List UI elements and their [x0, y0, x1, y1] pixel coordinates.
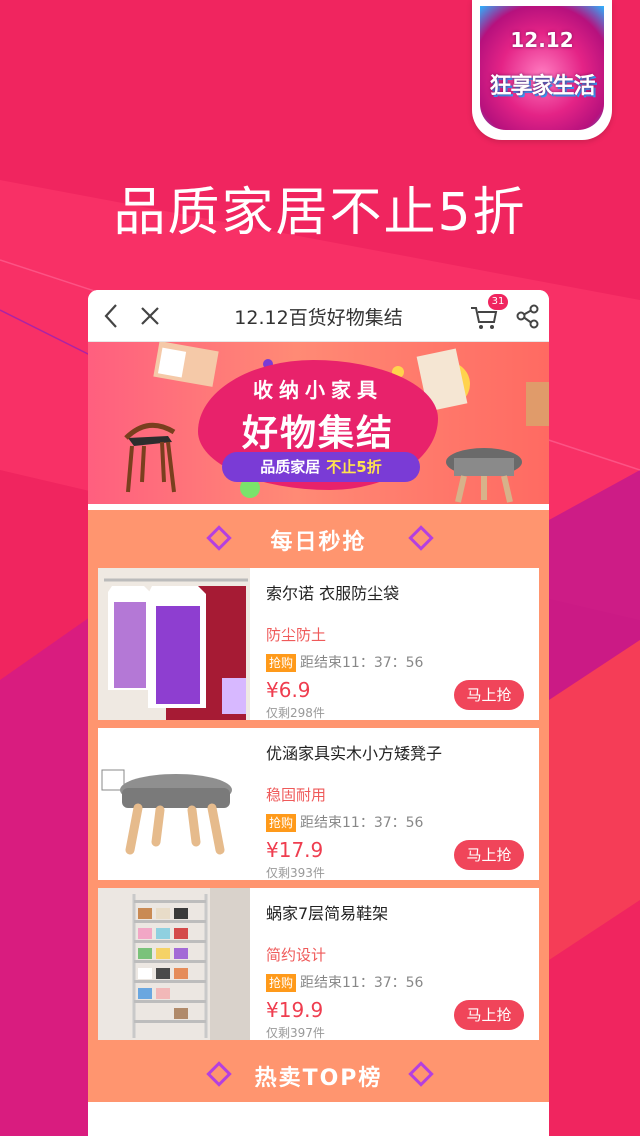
section-top-header: 热卖TOP榜 — [88, 1046, 549, 1102]
banner-subtitle: 收纳小家具 — [253, 378, 383, 402]
banner-pill-right: 不止5折 — [326, 458, 382, 476]
cart-count-badge: 31 — [488, 294, 508, 310]
product-tag: 稳固耐用 — [266, 786, 327, 804]
chevron-left-icon — [104, 304, 117, 328]
countdown-timer: 距结束11：37：56 — [300, 655, 424, 671]
section-daily-title: 每日秒抢 — [270, 530, 367, 555]
flash-sale-label: 抢购 — [266, 974, 297, 992]
product-card[interactable]: 索尔诺 衣服防尘袋 防尘防土 抢购 距结束11：37：56 ¥6.9 仅剩298… — [98, 568, 539, 720]
buy-now-button[interactable]: 马上抢 — [454, 840, 524, 870]
section-daily-header: 每日秒抢 — [88, 510, 549, 566]
badge-date: 12.12 — [510, 28, 574, 52]
section-top-title: 热卖TOP榜 — [254, 1066, 383, 1091]
countdown-timer: 距结束11：37：56 — [300, 815, 424, 831]
product-card[interactable]: 优涵家具实木小方矮凳子 稳固耐用 抢购 距结束11：37：56 ¥17.9 仅剩… — [98, 728, 539, 880]
product-image — [98, 568, 250, 720]
back-button[interactable] — [96, 300, 128, 332]
close-icon — [141, 307, 159, 325]
product-price: ¥6.9 — [266, 678, 311, 702]
cart-button[interactable]: 31 — [468, 294, 508, 332]
banner-title: 好物集结 — [241, 413, 394, 454]
stock-remaining: 仅剩298件 — [266, 706, 325, 720]
promo-banner[interactable]: 收纳小家具 好物集结 品质家居 不止5折 — [88, 342, 549, 504]
share-button[interactable] — [512, 300, 544, 332]
product-tag: 防尘防土 — [266, 626, 327, 644]
badge-slogan: 狂享家生活 — [489, 74, 595, 99]
page-title: 12.12百货好物集结 — [234, 307, 403, 329]
stock-remaining: 仅剩397件 — [266, 1026, 325, 1040]
flash-sale-label: 抢购 — [266, 654, 297, 672]
stock-remaining: 仅剩393件 — [266, 866, 325, 880]
banner-pill-left: 品质家居 — [260, 458, 321, 476]
product-tag: 简约设计 — [266, 946, 327, 964]
buy-now-button[interactable]: 马上抢 — [454, 1000, 524, 1030]
product-price: ¥19.9 — [266, 998, 324, 1022]
product-list: 索尔诺 衣服防尘袋 防尘防土 抢购 距结束11：37：56 ¥6.9 仅剩298… — [88, 560, 549, 1046]
flash-sale-label: 抢购 — [266, 814, 297, 832]
phone-screen: 12.12百货好物集结 31 收纳小家具 好物集结 品质家居 不止5折 每日秒抢… — [88, 290, 549, 1136]
product-name: 蜗家7层简易鞋架 — [266, 904, 389, 923]
close-button[interactable] — [134, 300, 166, 332]
event-badge: 12.12 狂享家生活 — [472, 0, 612, 140]
share-icon — [516, 304, 539, 329]
buy-now-button[interactable]: 马上抢 — [454, 680, 524, 710]
garment-bags-illustration — [98, 568, 250, 720]
product-price: ¥17.9 — [266, 838, 324, 862]
countdown-timer: 距结束11：37：56 — [300, 975, 424, 991]
promo-headline: 品质家居不止5折 — [113, 183, 527, 243]
product-image — [98, 728, 250, 880]
event-badge-logo: 12.12 狂享家生活 — [480, 6, 604, 130]
banner-pill: 品质家居 不止5折 — [222, 452, 420, 482]
nav-bar: 12.12百货好物集结 31 — [88, 290, 549, 342]
product-name: 索尔诺 衣服防尘袋 — [266, 584, 400, 603]
product-card[interactable]: 蜗家7层简易鞋架 简约设计 抢购 距结束11：37：56 ¥19.9 仅剩397… — [98, 888, 539, 1040]
shoe-rack-illustration — [98, 888, 250, 1040]
stool-illustration — [98, 728, 250, 880]
product-name: 优涵家具实木小方矮凳子 — [266, 744, 443, 763]
product-image — [98, 888, 250, 1040]
